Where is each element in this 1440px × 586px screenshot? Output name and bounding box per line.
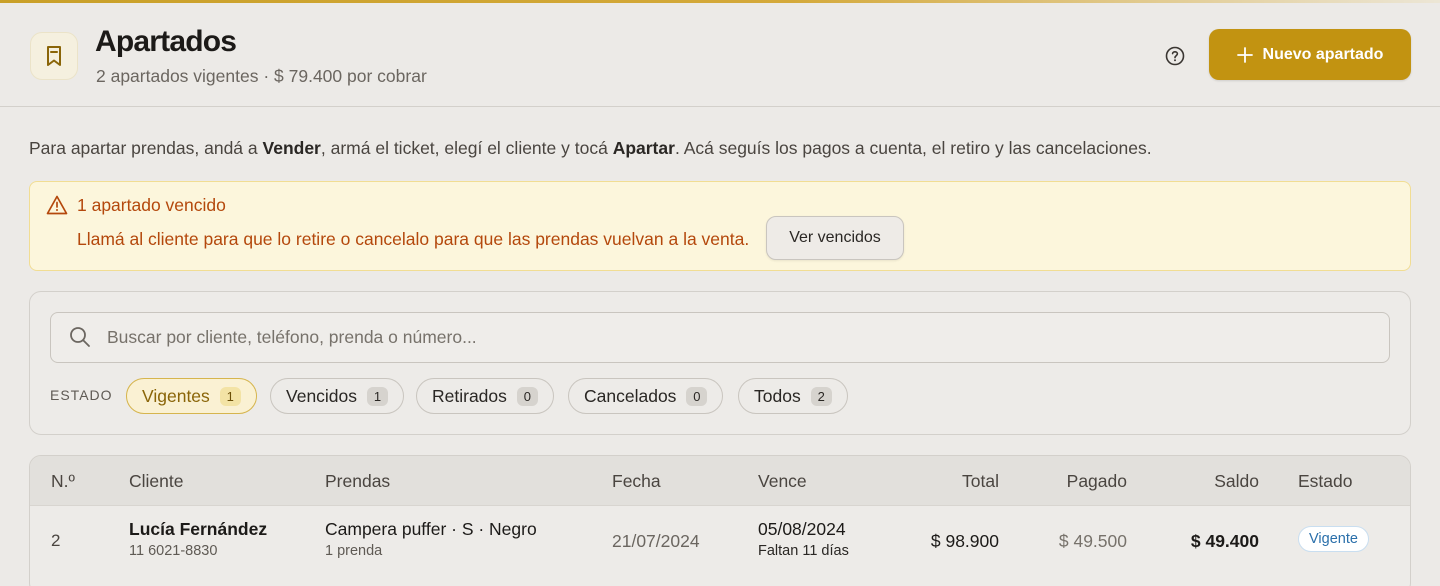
intro-part: , armá el ticket, elegí el cliente y toc… [320,138,613,158]
chip-count: 0 [516,386,538,406]
row-cliente: Lucía Fernández [129,519,268,539]
chip-count: 1 [367,386,389,406]
page-subtitle: 2 apartados vigentes · $ 79.400 por cobr… [96,66,427,86]
chip-label: Vigentes [142,385,210,406]
chip-label: Retirados [432,385,507,406]
status-badge: Vigente [1298,526,1369,552]
column-header-numero[interactable]: N.º [51,471,75,492]
plus-icon [1236,46,1253,63]
chip-count: 2 [810,386,832,406]
column-header-estado[interactable]: Estado [1298,471,1352,492]
filter-chip-todos[interactable]: Todos 2 [738,378,848,414]
intro-vender: Vender [262,138,321,158]
intro-apartar: Apartar [612,138,675,158]
column-header-cliente[interactable]: Cliente [129,471,183,492]
row-faltan: Faltan 11 días [758,543,849,559]
bookmark-icon [47,46,61,66]
intro-text: Para apartar prendas, andá a Vender, arm… [29,138,1152,159]
page-header: Apartados 2 apartados vigentes · $ 79.40… [0,3,1440,107]
column-header-total[interactable]: Total [899,471,999,492]
table-row[interactable]: 2 Lucía Fernández 11 6021-8830 Campera p… [30,506,1410,586]
column-header-fecha[interactable]: Fecha [612,471,661,492]
alert-title: 1 apartado vencido [77,195,226,215]
table-header: N.º Cliente Prendas Fecha Vence Total Pa… [30,456,1410,506]
intro-part: Para apartar prendas, andá a [29,138,263,158]
chip-count: 0 [686,386,708,406]
filter-chip-vigentes[interactable]: Vigentes 1 [126,378,257,414]
row-vence: 05/08/2024 [758,519,846,539]
chip-label: Vencidos [286,385,358,406]
row-pagado: $ 49.500 [1058,531,1127,551]
row-prenda: Campera puffer · S · Negro [325,519,537,539]
row-cantidad: 1 prenda [325,543,383,559]
intro-part: . Acá seguís los pagos a cuenta, el reti… [674,138,1152,158]
row-total: $ 98.900 [930,531,999,551]
help-icon [1165,46,1185,66]
row-numero: 2 [51,531,61,550]
ver-vencidos-button[interactable]: Ver vencidos [766,216,904,260]
new-apartado-button[interactable]: Nuevo apartado [1209,29,1411,80]
column-header-prendas[interactable]: Prendas [325,471,390,492]
warning-icon [46,195,68,215]
help-button[interactable] [1163,44,1187,68]
chip-count: 1 [219,386,241,406]
row-telefono: 11 6021-8830 [129,543,218,559]
filter-panel: ESTADO Vigentes 1 Vencidos 1 Retirados 0… [29,291,1411,435]
column-header-saldo[interactable]: Saldo [1159,471,1259,492]
new-apartado-label: Nuevo apartado [1262,45,1384,63]
chip-label: Todos [754,385,801,406]
filter-chip-cancelados[interactable]: Cancelados 0 [568,378,724,414]
alert-text: Llamá al cliente para que lo retire o ca… [77,229,750,249]
chip-label: Cancelados [584,385,677,406]
search-box[interactable] [50,312,1390,363]
column-header-pagado[interactable]: Pagado [1027,471,1127,492]
row-fecha: 21/07/2024 [612,531,700,551]
page-title: Apartados [95,25,237,58]
filter-chip-vencidos[interactable]: Vencidos 1 [270,378,405,414]
search-icon [70,327,90,347]
column-header-vence[interactable]: Vence [758,471,807,492]
page-icon-tile [30,32,78,80]
overdue-alert: 1 apartado vencido Llamá al cliente para… [29,181,1411,271]
filter-chip-retirados[interactable]: Retirados 0 [416,378,554,414]
apartados-table: N.º Cliente Prendas Fecha Vence Total Pa… [29,455,1411,586]
row-saldo: $ 49.400 [1190,531,1259,551]
search-input[interactable] [107,313,1377,362]
estado-label: ESTADO [50,387,113,403]
